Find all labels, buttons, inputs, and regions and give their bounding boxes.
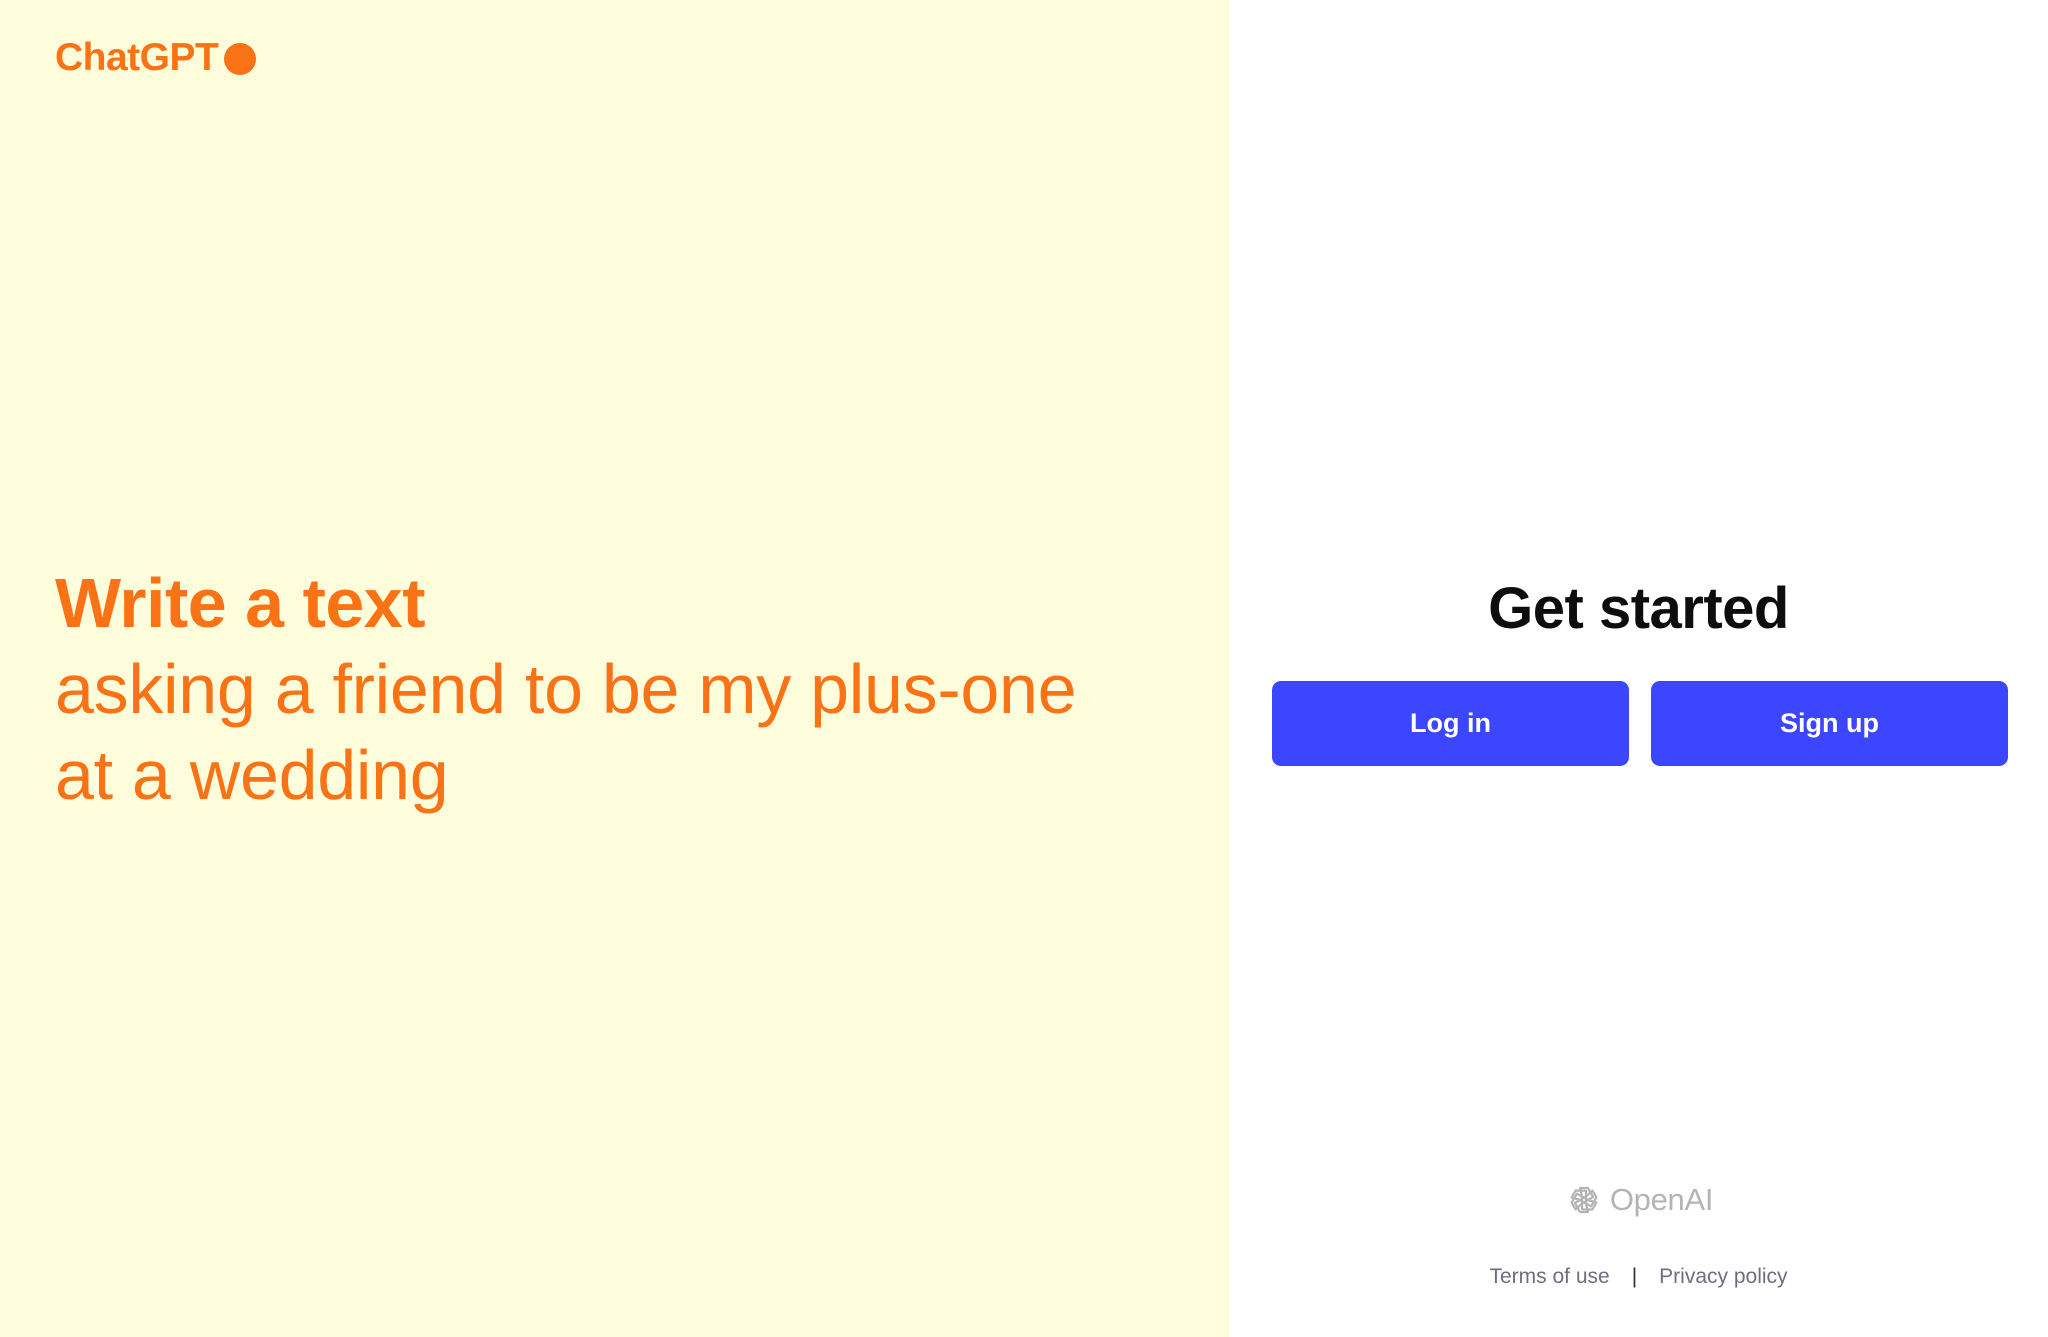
brand-logo: ChatGPT [55,36,257,80]
brand-name: ChatGPT [55,36,219,79]
hero-panel: ChatGPT Write a text asking a friend to … [0,0,1229,1337]
signup-button[interactable]: Sign up [1651,681,2008,766]
brand-dot-icon [224,43,257,75]
auth-panel: Get started Log in Sign up OpenAI Terms … [1229,0,2048,1337]
page: ChatGPT Write a text asking a friend to … [0,0,2048,1337]
footer-links: Terms of use | Privacy policy [1229,1265,2048,1289]
openai-logo-icon [1570,1186,1598,1214]
auth-heading: Get started [1488,576,1789,641]
hero-line-1: Write a text [55,564,426,642]
openai-logo: OpenAI [1229,1180,2048,1220]
hero-line-2: asking a friend to be my plus-one [55,650,1077,728]
privacy-policy-link[interactable]: Privacy policy [1659,1265,1787,1289]
hero-line-3: at a wedding [55,736,449,814]
login-button[interactable]: Log in [1272,681,1629,766]
hero-headline: Write a text asking a friend to be my pl… [55,560,1175,818]
terms-of-use-link[interactable]: Terms of use [1489,1265,1609,1289]
openai-logo-text: OpenAI [1609,1182,1714,1217]
footer-separator: | [1631,1265,1638,1288]
auth-buttons: Log in Sign up [1272,681,2008,766]
